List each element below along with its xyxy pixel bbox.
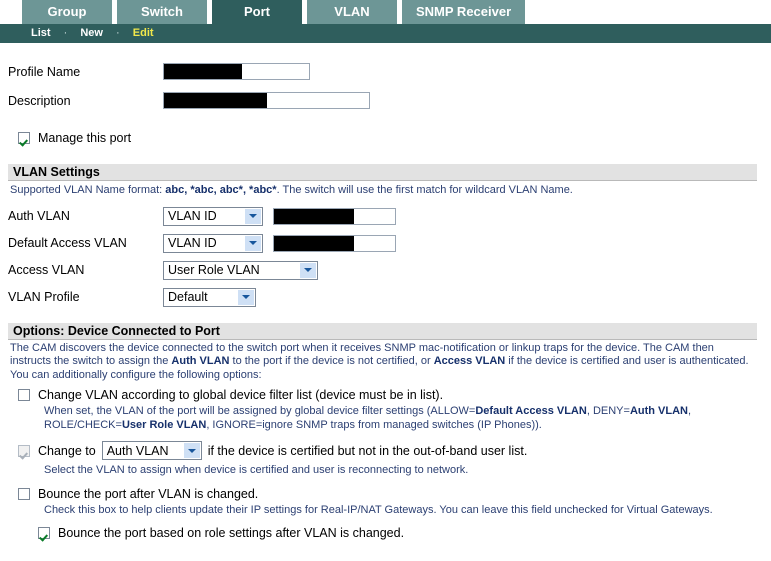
note-part-1: When set, the VLAN of the port will be a…: [44, 405, 476, 417]
access-vlan-select[interactable]: User Role VLAN: [163, 260, 318, 280]
options-header: Options: Device Connected to Port: [8, 322, 757, 340]
sub-navigation-bar: List · New · Edit: [0, 24, 771, 43]
chevron-down-icon[interactable]: [183, 443, 200, 458]
default-access-vlan-id-input[interactable]: [273, 234, 396, 252]
manage-this-port-checkbox[interactable]: [18, 132, 30, 144]
intro-part-2: to the port if the device is not certifi…: [229, 355, 434, 367]
redaction-block: [164, 64, 242, 79]
bounce-port-note: Check this box to help clients update th…: [44, 503, 713, 516]
main-tab-bar: Group Switch Port VLAN SNMP Receiver: [0, 0, 771, 24]
hint-prefix: Supported VLAN Name format:: [10, 184, 166, 196]
global-device-filter-label: Change VLAN according to global device f…: [38, 388, 444, 402]
tab-port[interactable]: Port: [212, 0, 302, 24]
option-bounce-port-role-row[interactable]: Bounce the port based on role settings a…: [8, 526, 763, 540]
options-intro-line-2: You can additionally configure the follo…: [10, 368, 262, 381]
auth-vlan-id-input[interactable]: [273, 207, 396, 225]
manage-this-port-row[interactable]: Manage this port: [8, 131, 763, 145]
vlan-profile-row: VLAN Profile Default: [8, 284, 763, 311]
access-vlan-row: Access VLAN User Role VLAN: [8, 257, 763, 284]
access-vlan-label: Access VLAN: [8, 263, 85, 277]
subnav-separator: ·: [116, 27, 120, 39]
option-bounce-port-row[interactable]: Bounce the port after VLAN is changed.: [8, 487, 763, 501]
change-to-vlan-value: Auth VLAN: [106, 443, 169, 458]
vlan-settings-header: VLAN Settings: [8, 164, 757, 181]
note-bold-default-access-vlan: Default Access VLAN: [475, 405, 587, 417]
page-content: Profile Name Description Manage this por…: [0, 43, 771, 540]
default-access-vlan-row: Default Access VLAN VLAN ID: [8, 230, 763, 257]
bounce-port-role-checkbox[interactable]: [38, 527, 50, 539]
change-to-vlan-note: Select the VLAN to assign when device is…: [44, 464, 469, 476]
bounce-port-checkbox[interactable]: [18, 487, 30, 500]
tab-group[interactable]: Group: [22, 0, 112, 24]
note-part-4: , IGNORE=ignore SNMP traps from managed …: [206, 418, 542, 431]
access-vlan-value: User Role VLAN: [168, 263, 260, 277]
vlan-profile-label: VLAN Profile: [8, 290, 80, 304]
vlan-profile-select[interactable]: Default: [163, 287, 256, 307]
subnav-separator: ·: [63, 27, 68, 39]
profile-name-row: Profile Name: [8, 59, 763, 84]
default-access-vlan-type-value: VLAN ID: [168, 236, 217, 250]
note-bold-user-role-vlan: User Role VLAN: [121, 418, 207, 431]
auth-vlan-type-value: VLAN ID: [168, 209, 217, 223]
manage-this-port-label: Manage this port: [38, 131, 132, 145]
chevron-down-icon[interactable]: [245, 208, 261, 224]
global-device-filter-checkbox[interactable]: [18, 389, 30, 401]
subnav-item-list[interactable]: List: [31, 27, 51, 39]
note-part-2: , DENY=: [586, 405, 630, 417]
note-bold-auth-vlan: Auth VLAN: [629, 405, 688, 417]
auth-vlan-type-select[interactable]: VLAN ID: [163, 206, 263, 226]
profile-name-label: Profile Name: [8, 64, 81, 79]
tab-switch[interactable]: Switch: [117, 0, 207, 24]
options-intro-text: The CAM discovers the device connected t…: [8, 340, 763, 369]
chevron-down-icon[interactable]: [300, 262, 316, 278]
tab-snmp-receiver[interactable]: SNMP Receiver: [402, 0, 526, 24]
global-device-filter-note: When set, the VLAN of the port will be a…: [8, 402, 763, 432]
auth-vlan-row: Auth VLAN VLAN ID: [8, 203, 763, 230]
redaction-block: [164, 93, 267, 108]
description-row: Description: [8, 88, 763, 113]
redaction-block: [274, 235, 354, 251]
chevron-down-icon[interactable]: [238, 289, 254, 305]
profile-name-input[interactable]: [163, 63, 310, 80]
subnav-item-edit[interactable]: Edit: [133, 27, 154, 39]
subnav-item-new[interactable]: New: [80, 27, 103, 39]
chevron-down-icon[interactable]: [245, 235, 261, 251]
bounce-port-role-label: Bounce the port based on role settings a…: [58, 526, 405, 540]
change-to-vlan-checkbox[interactable]: [18, 444, 30, 457]
vlan-name-format-hint: Supported VLAN Name format: abc, *abc, a…: [8, 181, 763, 203]
description-label: Description: [8, 93, 71, 108]
intro-bold-access-vlan: Access VLAN: [433, 355, 506, 367]
redaction-block: [274, 208, 354, 224]
default-access-vlan-label: Default Access VLAN: [8, 236, 127, 250]
change-to-vlan-select[interactable]: Auth VLAN: [101, 441, 202, 460]
hint-formats: abc, *abc, abc*, *abc*: [165, 184, 277, 196]
vlan-profile-value: Default: [168, 290, 208, 304]
intro-bold-auth-vlan: Auth VLAN: [171, 355, 230, 367]
description-input[interactable]: [163, 92, 370, 109]
change-to-prefix-label: Change to: [38, 443, 96, 458]
option-global-device-filter-row[interactable]: Change VLAN according to global device f…: [8, 388, 763, 402]
tab-vlan[interactable]: VLAN: [307, 0, 397, 24]
option-change-to-vlan-row[interactable]: Change to Auth VLAN if the device is cer…: [8, 441, 763, 460]
intro-part-3: if the device is certified and user is a…: [505, 355, 749, 367]
bounce-port-label: Bounce the port after VLAN is changed.: [38, 486, 259, 501]
hint-suffix: . The switch will use the first match fo…: [276, 184, 573, 196]
change-to-suffix-label: if the device is certified but not in th…: [207, 443, 528, 458]
auth-vlan-label: Auth VLAN: [8, 209, 70, 223]
default-access-vlan-type-select[interactable]: VLAN ID: [163, 233, 263, 253]
